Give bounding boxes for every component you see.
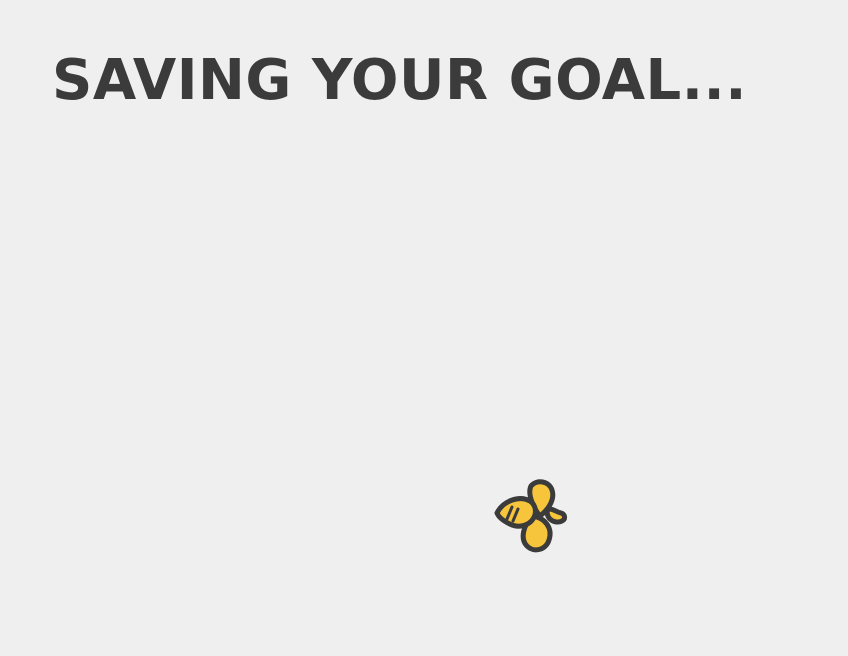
saving-goal-screen: SAVING YOUR GOAL... [0,0,848,656]
page-title: SAVING YOUR GOAL... [52,48,748,113]
bee-icon [489,476,571,556]
